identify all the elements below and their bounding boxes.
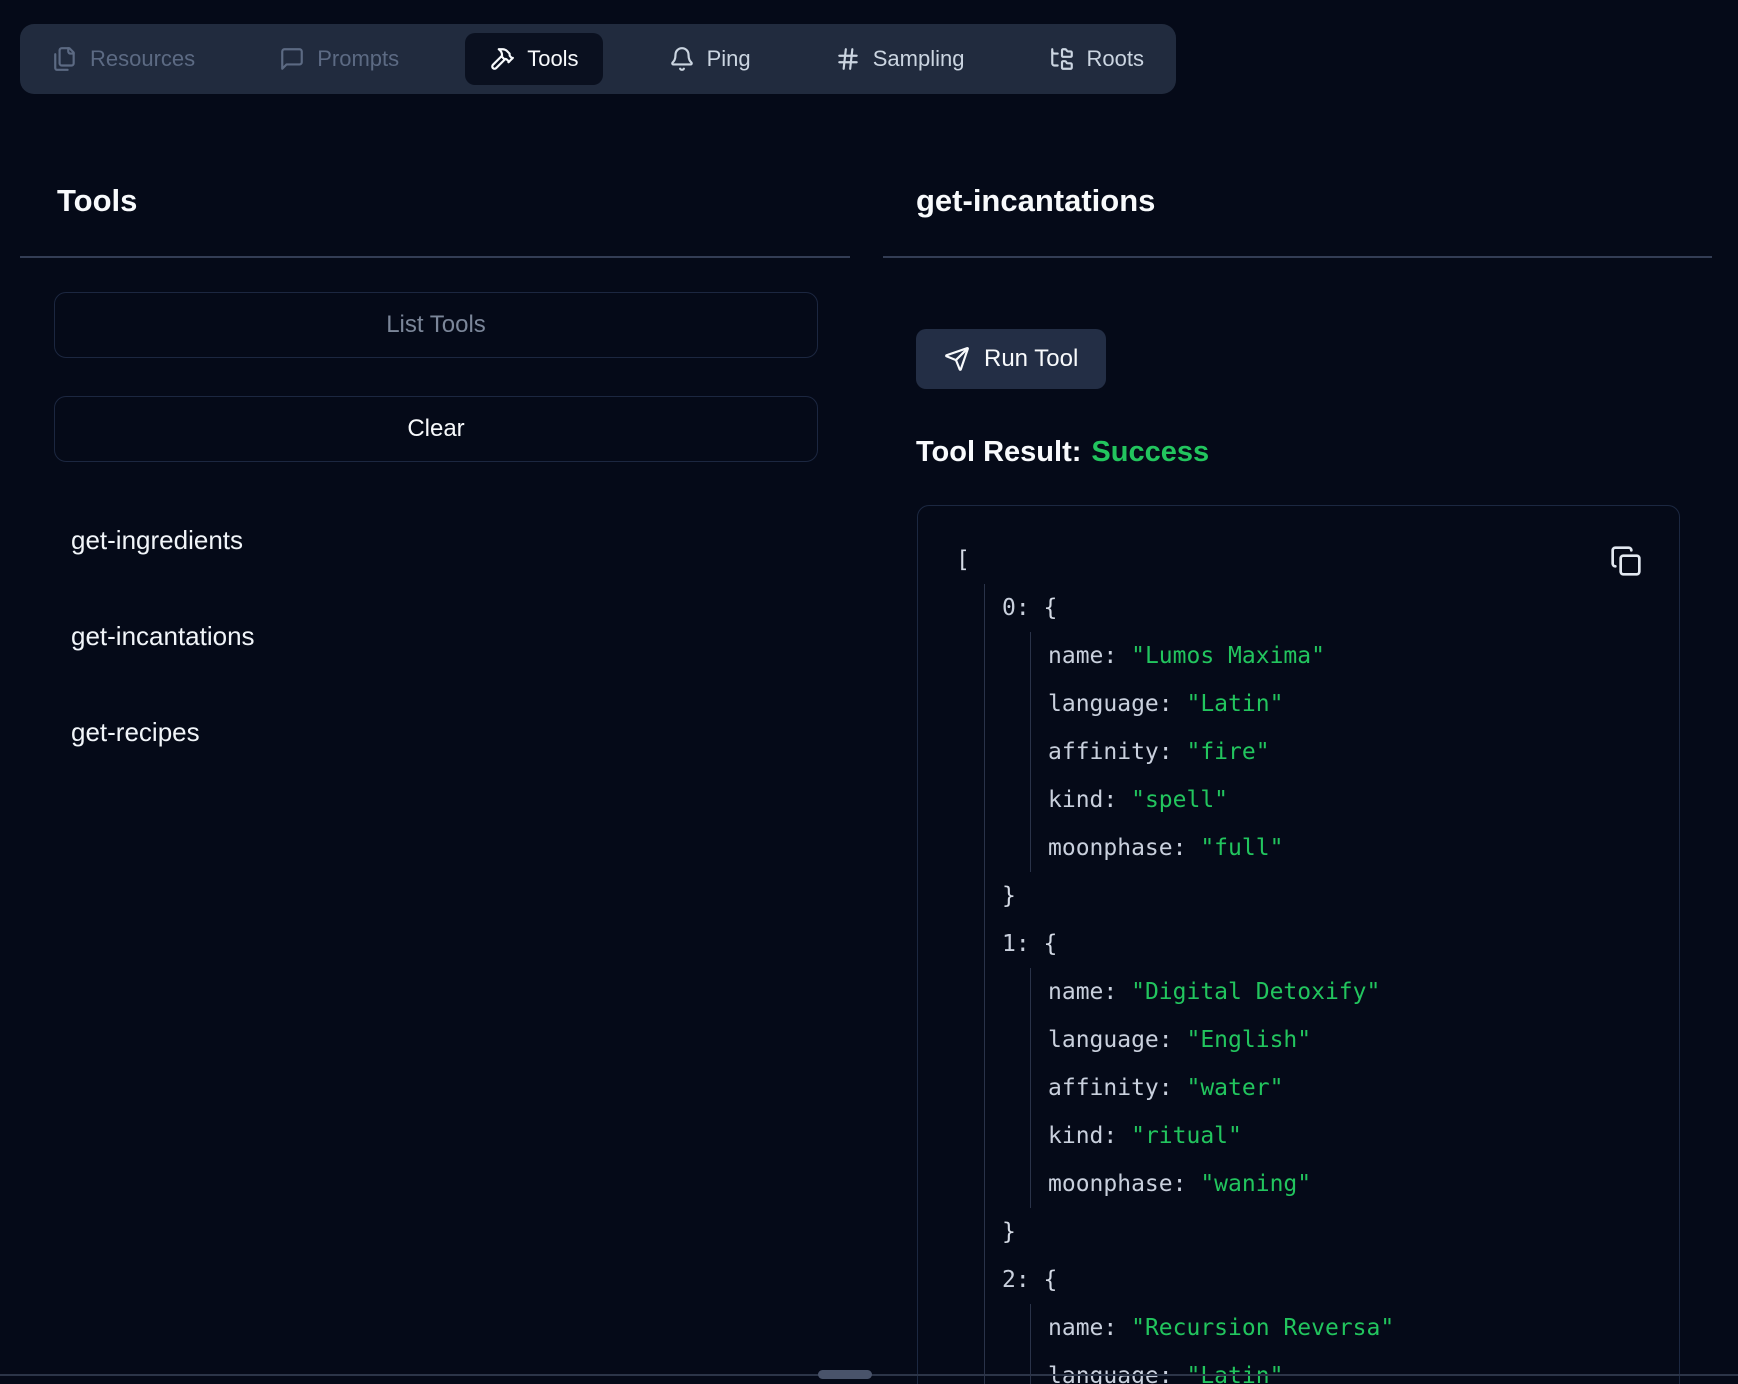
json-field-line: language: "English"	[1048, 1016, 1394, 1064]
selected-tool-heading: get-incantations	[916, 183, 1155, 219]
tool-list-item-get-recipes[interactable]: get-recipes	[71, 684, 771, 780]
tool-list-item-get-incantations[interactable]: get-incantations	[71, 588, 771, 684]
json-field-line: affinity: "fire"	[1048, 728, 1394, 776]
json-array-body: 0: {name: "Lumos Maxima"language: "Latin…	[984, 584, 1394, 1384]
json-field-line: name: "Recursion Reversa"	[1048, 1304, 1394, 1352]
tab-label: Ping	[707, 46, 751, 72]
json-viewer-code: [0: {name: "Lumos Maxima"language: "Lati…	[918, 506, 1394, 1384]
bell-icon	[669, 46, 695, 72]
clear-button[interactable]: Clear	[54, 396, 818, 462]
json-field-line: kind: "ritual"	[1048, 1112, 1394, 1160]
tab-sampling[interactable]: Sampling	[817, 35, 983, 83]
tab-label: Resources	[90, 46, 195, 72]
json-entry: 0: {name: "Lumos Maxima"language: "Latin…	[1002, 584, 1394, 920]
copy-button[interactable]	[1606, 542, 1646, 582]
folder-tree-icon	[1049, 46, 1075, 72]
message-square-icon	[279, 46, 305, 72]
tab-roots[interactable]: Roots	[1031, 35, 1162, 83]
tools-panel-heading: Tools	[57, 183, 137, 219]
app-screen: Resources Prompts Tools Ping Sampling Ro…	[0, 0, 1738, 1384]
result-panel-divider	[883, 256, 1712, 258]
tab-prompts[interactable]: Prompts	[261, 35, 417, 83]
json-entry-body: name: "Lumos Maxima"language: "Latin"aff…	[1030, 632, 1394, 872]
hash-icon	[835, 46, 861, 72]
json-entry-index-line: 2: {	[1002, 1256, 1394, 1304]
json-entry-close: }	[1002, 872, 1394, 920]
json-field-line: moonphase: "waning"	[1048, 1160, 1394, 1208]
tool-list-item-get-ingredients[interactable]: get-ingredients	[71, 492, 771, 588]
json-field-line: name: "Digital Detoxify"	[1048, 968, 1394, 1016]
hammer-icon	[489, 46, 515, 72]
tab-label: Tools	[527, 46, 578, 72]
json-entry-body: name: "Digital Detoxify"language: "Engli…	[1030, 968, 1394, 1208]
tool-result-label: Tool Result:	[916, 436, 1081, 468]
json-entry: 2: {name: "Recursion Reversa"language: "…	[1002, 1256, 1394, 1384]
json-entry: 1: {name: "Digital Detoxify"language: "E…	[1002, 920, 1394, 1256]
tools-panel-divider	[20, 256, 850, 258]
tab-ping[interactable]: Ping	[651, 35, 769, 83]
run-tool-button[interactable]: Run Tool	[916, 329, 1106, 389]
tab-label: Sampling	[873, 46, 965, 72]
json-field-line: affinity: "water"	[1048, 1064, 1394, 1112]
json-result-viewer: [0: {name: "Lumos Maxima"language: "Lati…	[917, 505, 1680, 1384]
horizontal-scrollbar-thumb[interactable]	[818, 1370, 872, 1379]
list-tools-button[interactable]: List Tools	[54, 292, 818, 358]
json-field-line: language: "Latin"	[1048, 680, 1394, 728]
top-nav-bar: Resources Prompts Tools Ping Sampling Ro…	[20, 24, 1176, 94]
tool-list: get-ingredients get-incantations get-rec…	[71, 492, 771, 780]
files-icon	[52, 46, 78, 72]
json-entry-index-line: 1: {	[1002, 920, 1394, 968]
copy-icon	[1610, 545, 1642, 577]
json-open-bracket: [	[956, 536, 1394, 584]
json-entry-body: name: "Recursion Reversa"language: "Lati…	[1030, 1304, 1394, 1384]
run-tool-label: Run Tool	[984, 345, 1078, 373]
json-field-line: name: "Lumos Maxima"	[1048, 632, 1394, 680]
tab-label: Prompts	[317, 46, 399, 72]
tab-resources[interactable]: Resources	[34, 35, 213, 83]
tab-label: Roots	[1087, 46, 1144, 72]
json-entry-close: }	[1002, 1208, 1394, 1256]
tool-result-line: Tool Result: Success	[916, 436, 1209, 469]
json-field-line: kind: "spell"	[1048, 776, 1394, 824]
json-field-line: moonphase: "full"	[1048, 824, 1394, 872]
json-entry-index-line: 0: {	[1002, 584, 1394, 632]
tab-tools[interactable]: Tools	[465, 33, 602, 85]
tool-result-status: Success	[1091, 436, 1209, 468]
send-icon	[944, 346, 970, 372]
json-field-line: language: "Latin"	[1048, 1352, 1394, 1384]
